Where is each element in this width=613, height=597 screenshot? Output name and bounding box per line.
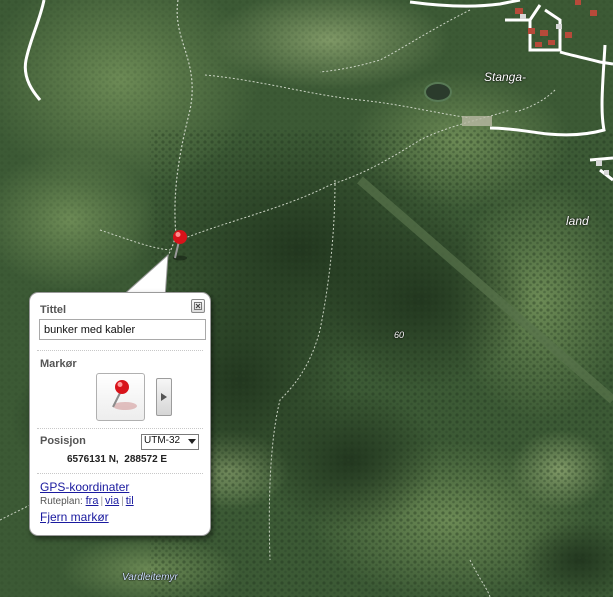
divider (37, 473, 203, 474)
marker-style-button[interactable] (96, 373, 145, 421)
title-label: Tittel (40, 304, 67, 316)
next-marker-button[interactable] (156, 378, 172, 416)
play-arrow-icon (161, 393, 167, 401)
coordinate-system-value: UTM-32 (144, 435, 181, 446)
close-icon (194, 302, 202, 310)
chevron-down-icon (188, 439, 196, 444)
remove-marker-link[interactable]: Fjern markør (40, 510, 109, 524)
route-plan: Ruteplan: fra | via | til (40, 495, 134, 507)
northing-value: 6576131 N, (67, 454, 119, 465)
coordinates-readout: 6576131 N, 288572 E (67, 454, 167, 465)
close-button[interactable] (191, 299, 205, 313)
route-from-link[interactable]: fra (86, 495, 99, 507)
marker-info-popup: Tittel Markør Posisjon UTM-32 6576131 N,… (29, 292, 211, 536)
position-label: Posisjon (40, 435, 86, 447)
easting-value: 288572 E (124, 454, 168, 465)
divider (37, 428, 203, 429)
red-pushpin-icon (112, 380, 137, 410)
route-via-link[interactable]: via (105, 495, 119, 507)
marker-label: Markør (40, 358, 77, 370)
place-label-vardleitemyr: Vardleitemyr (122, 572, 178, 583)
elevation-label: 60 (394, 330, 405, 340)
route-to-link[interactable]: til (126, 495, 134, 507)
place-label-land: land (566, 214, 589, 228)
map-marker-pin-icon[interactable] (169, 228, 191, 262)
gps-coordinates-link[interactable]: GPS-koordinater (40, 480, 129, 494)
coordinate-system-select[interactable]: UTM-32 (141, 434, 199, 450)
title-input[interactable] (39, 319, 206, 340)
route-plan-label: Ruteplan: (40, 496, 83, 507)
divider (37, 350, 203, 351)
place-label-stanga: Stanga- (484, 70, 527, 84)
